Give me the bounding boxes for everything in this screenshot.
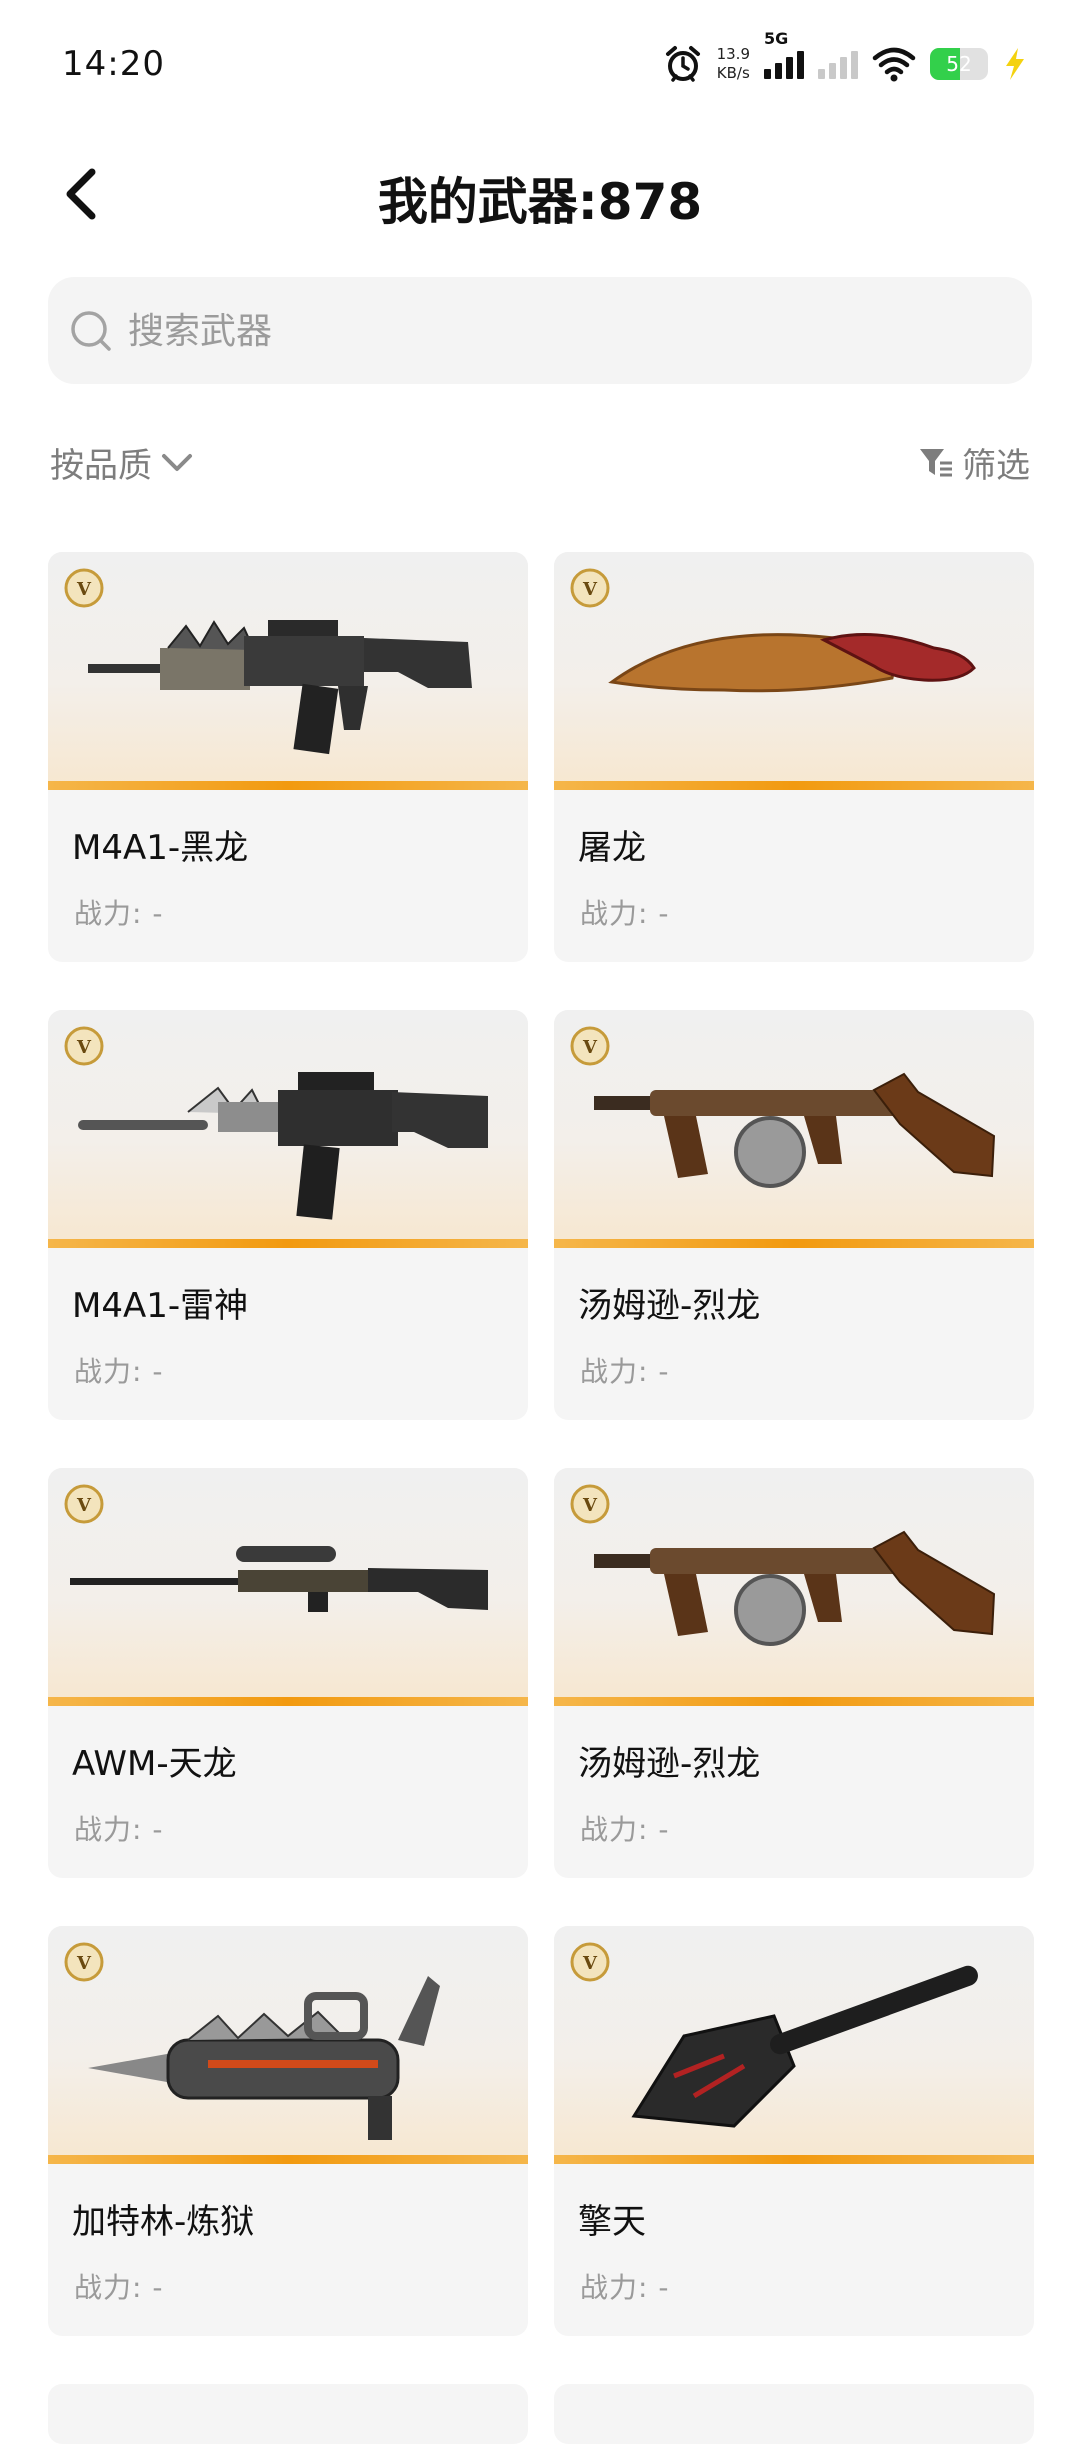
weapon-name: 屠龙 [578, 828, 646, 868]
weapon-power: 战力: - [580, 2271, 670, 2304]
signal-icon: 5G [764, 29, 804, 79]
weapon-power: 战力: - [74, 1813, 164, 1846]
filter-icon [920, 448, 952, 476]
weapon-power: 战力: - [74, 1355, 164, 1388]
sniper-icon [70, 1546, 488, 1612]
weapon-power: 战力: - [580, 897, 670, 930]
net-speed-value: 13.9 [716, 45, 750, 63]
header: 我的武器:878 [0, 140, 1080, 250]
weapon-card[interactable] [48, 2384, 528, 2444]
net-speed: 13.9 KB/s [717, 45, 750, 83]
weapon-card[interactable]: V AWM-天龙 战力: - [48, 1468, 528, 1878]
weapon-image: V [48, 1010, 528, 1248]
signal-icon-secondary [818, 49, 858, 79]
network-type: 5G [764, 29, 789, 48]
weapon-image: V [554, 1468, 1034, 1706]
net-speed-unit: KB/s [716, 64, 750, 82]
weapon-power: 战力: - [74, 897, 164, 930]
alarm-icon [665, 46, 700, 82]
charging-icon [1006, 48, 1024, 80]
weapon-name: 汤姆逊-烈龙 [578, 1744, 761, 1784]
knife-icon [608, 633, 976, 693]
weapon-name: 擎天 [578, 2202, 646, 2242]
weapon-card[interactable]: V 汤姆逊-烈龙 战力: - [554, 1468, 1034, 1878]
smg-icon [594, 1072, 996, 1188]
battery-icon: 52 [930, 48, 988, 80]
wifi-icon [872, 47, 916, 82]
weapon-power: 战力: - [74, 2271, 164, 2304]
weapon-image: V [48, 552, 528, 790]
rifle-icon [78, 1072, 488, 1220]
weapon-name: M4A1-黑龙 [72, 828, 249, 868]
smg-icon [594, 1530, 996, 1646]
battery-level: 52 [946, 52, 972, 76]
filter-label: 筛选 [962, 446, 1030, 486]
weapon-card[interactable]: V 加特林-炼狱 战力: - [48, 1926, 528, 2336]
shovel-icon [631, 1965, 978, 2128]
rifle-icon [88, 620, 472, 755]
weapon-name: M4A1-雷神 [72, 1286, 249, 1326]
filter-button[interactable]: 筛选 [918, 438, 1030, 487]
weapon-card[interactable]: V M4A1-雷神 战力: - [48, 1010, 528, 1420]
search-icon [71, 311, 111, 351]
weapon-card[interactable]: V 屠龙 战力: - [554, 552, 1034, 962]
page-title: 我的武器:878 [377, 173, 703, 231]
weapon-image: V [48, 1468, 528, 1706]
weapon-image: V [48, 1926, 528, 2164]
weapon-name: AWM-天龙 [72, 1744, 237, 1784]
search-bar[interactable] [48, 277, 1032, 384]
weapon-image: V [554, 1010, 1034, 1248]
gatling-icon [88, 1976, 440, 2140]
weapon-card[interactable] [554, 2384, 1034, 2444]
weapon-image: V [554, 1926, 1034, 2164]
weapon-power: 战力: - [580, 1813, 670, 1846]
status-time: 14:20 [62, 44, 165, 84]
search-input[interactable] [126, 299, 990, 363]
status-icons: 13.9 KB/s 5G 52 [663, 29, 1028, 92]
sort-label: 按品质 [50, 446, 152, 486]
weapon-power: 战力: - [580, 1355, 670, 1388]
chevron-down-icon [162, 453, 192, 471]
status-bar: 14:20 13.9 KB/s 5G 52 [0, 0, 1080, 120]
weapon-card[interactable]: V 汤姆逊-烈龙 战力: - [554, 1010, 1034, 1420]
sort-dropdown[interactable]: 按品质 [50, 438, 194, 487]
weapon-image: V [554, 552, 1034, 790]
weapon-name: 汤姆逊-烈龙 [578, 1286, 761, 1326]
weapon-name: 加特林-炼狱 [72, 2202, 255, 2242]
weapon-card[interactable]: V M4A1-黑龙 战力: - [48, 552, 528, 962]
weapon-card[interactable]: V 擎天 战力: - [554, 1926, 1034, 2336]
